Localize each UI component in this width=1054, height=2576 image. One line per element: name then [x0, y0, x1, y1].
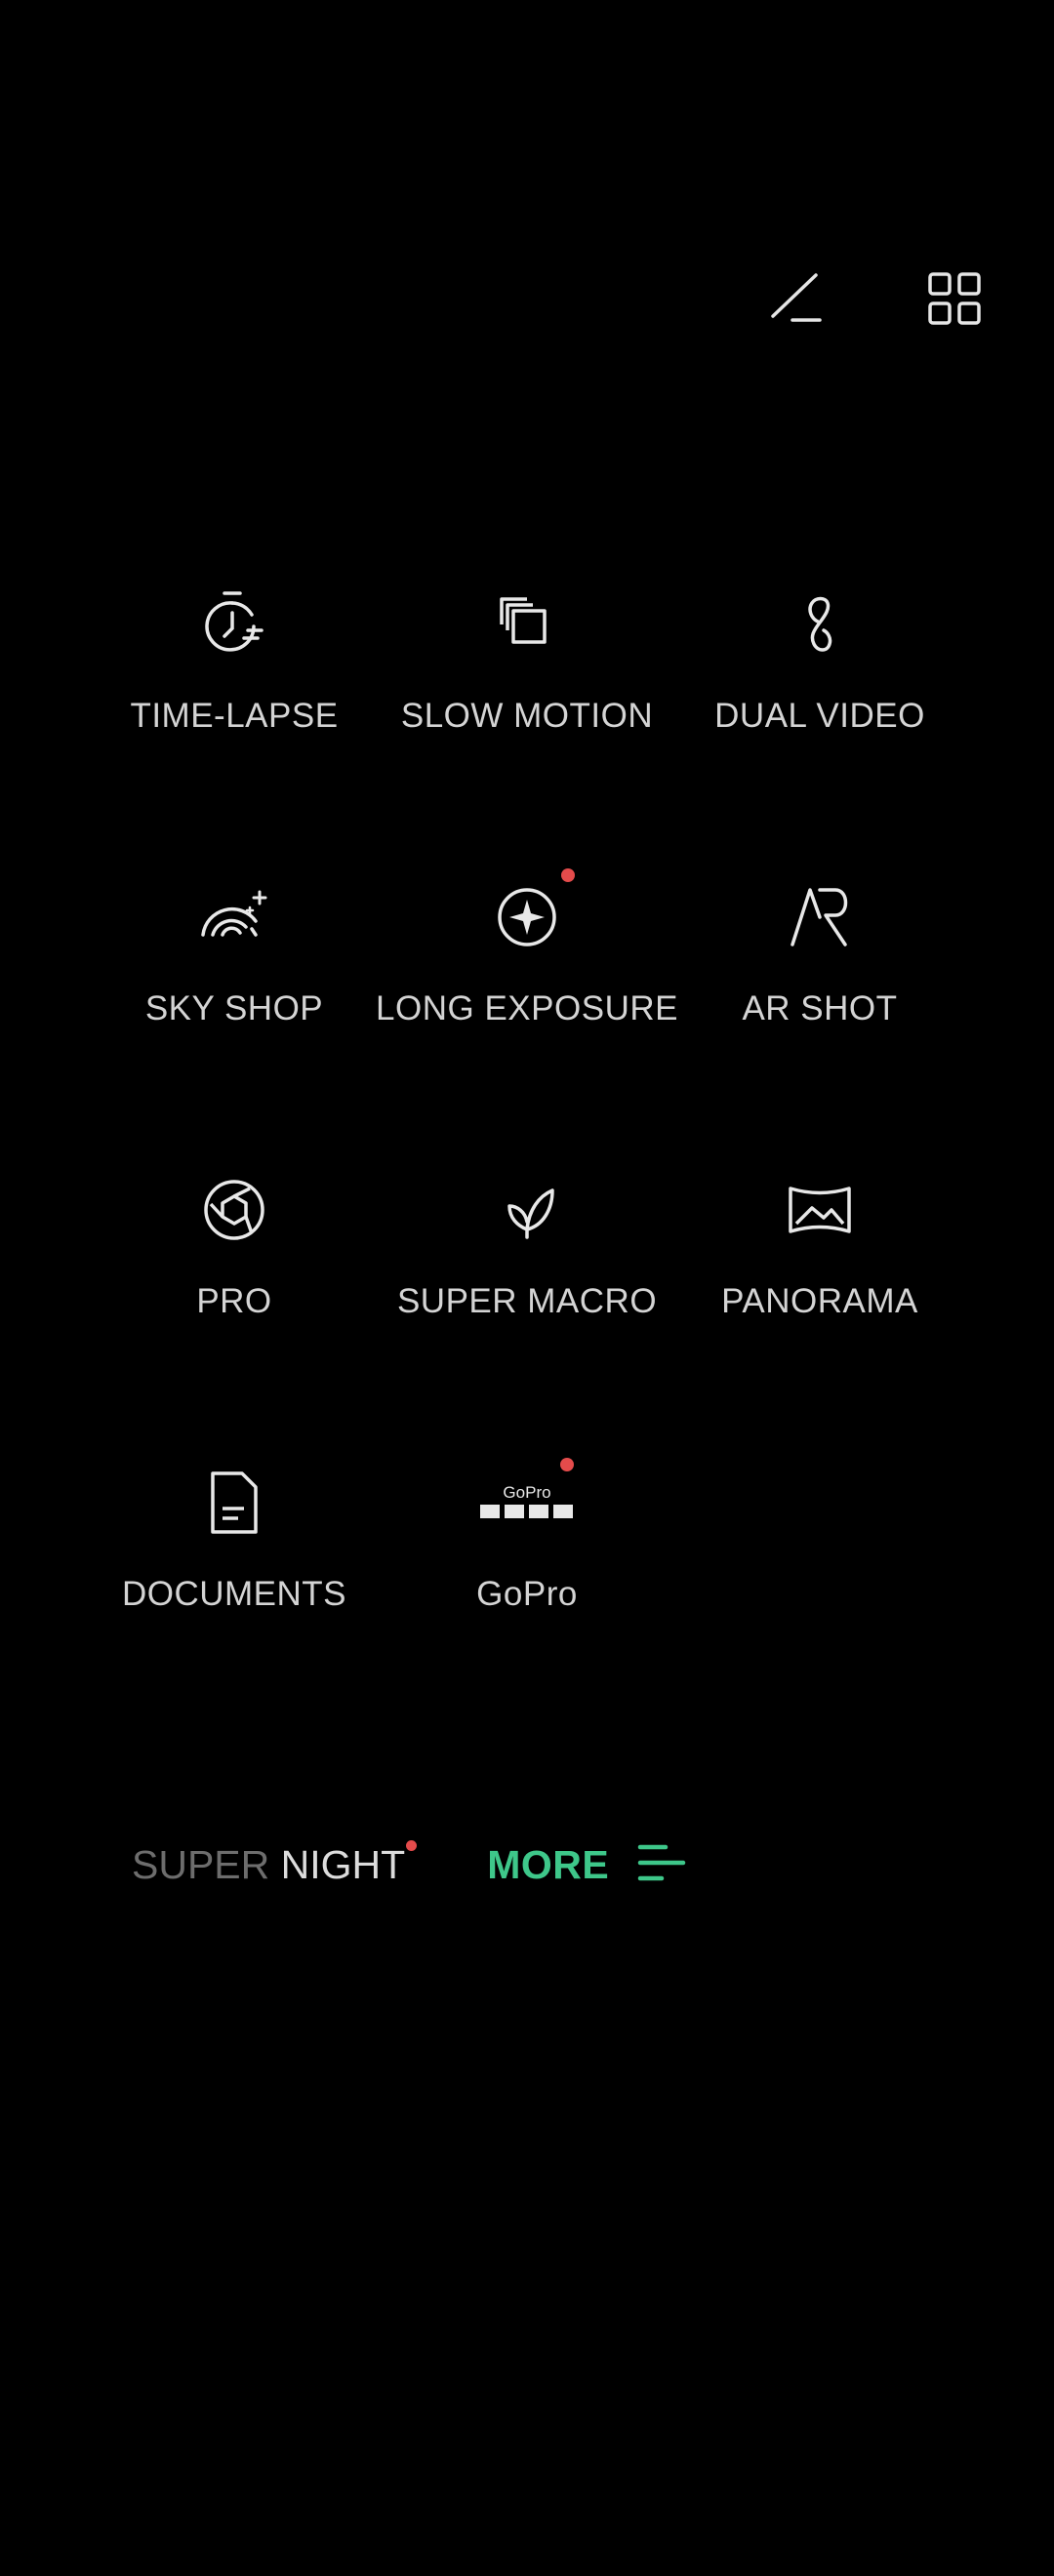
mode-documents[interactable]: DOCUMENTS [88, 1464, 381, 1659]
camera-modes-screen: TIME-LAPSE SLOW MOTION DUAL VIDEO SKY SH… [0, 0, 1054, 2576]
mode-pro[interactable]: PRO [88, 1171, 381, 1366]
star-circle-icon [488, 868, 575, 956]
mode-label: PRO [196, 1282, 272, 1320]
notification-dot [561, 868, 575, 882]
mode-label: SUPER MACRO [396, 1282, 658, 1320]
mode-dual-video[interactable]: DUAL VIDEO [673, 585, 966, 781]
super-night-mode[interactable]: SUPER NIGHT [132, 1839, 418, 1888]
aperture-icon [195, 1171, 273, 1249]
mode-label: SLOW MOTION [400, 697, 654, 735]
mode-label: TIME-LAPSE [130, 697, 339, 735]
mode-long-exposure[interactable]: LONG EXPOSURE [376, 868, 677, 1073]
mode-label: AR SHOT [742, 989, 898, 1027]
mode-label: DUAL VIDEO [714, 697, 925, 735]
mode-label: DOCUMENTS [121, 1575, 347, 1613]
rainbow-sparkle-icon [195, 878, 273, 956]
menu-lines-icon [636, 1841, 687, 1889]
more-button[interactable]: MORE [487, 1841, 687, 1889]
layers-icon [488, 585, 566, 664]
mode-label: GoPro [476, 1575, 578, 1613]
mode-time-lapse[interactable]: TIME-LAPSE [88, 585, 381, 781]
grid-layout-icon[interactable] [915, 260, 993, 338]
mode-ar-shot[interactable]: AR SHOT [673, 878, 966, 1073]
leaf-icon [488, 1171, 566, 1249]
mode-slow-motion[interactable]: SLOW MOTION [381, 585, 673, 781]
mode-panorama[interactable]: PANORAMA [673, 1171, 966, 1366]
mode-gopro[interactable]: GoPro GoPro [381, 1458, 673, 1659]
dual-video-icon [781, 585, 859, 664]
bottom-mode-strip: SUPER NIGHT MORE [132, 1831, 687, 1899]
mode-sky-shop[interactable]: SKY SHOP [88, 878, 381, 1073]
timer-icon [195, 585, 273, 664]
mode-super-macro[interactable]: SUPER MACRO [381, 1171, 673, 1366]
ar-icon [781, 878, 859, 956]
notification-dot [406, 1839, 418, 1851]
super-night-label-part2: NIGHT [269, 1841, 406, 1887]
panorama-icon [781, 1171, 859, 1249]
notification-dot [560, 1458, 574, 1471]
more-label: MORE [487, 1841, 610, 1887]
mode-label: SKY SHOP [144, 989, 324, 1027]
edit-pen-icon[interactable] [757, 260, 835, 338]
mode-label: PANORAMA [721, 1282, 918, 1320]
mode-label: LONG EXPOSURE [376, 989, 678, 1027]
gopro-logo-icon: GoPro [473, 1458, 581, 1542]
super-night-label-part1: SUPER [132, 1841, 270, 1887]
gopro-logo-text: GoPro [503, 1483, 550, 1502]
document-icon [195, 1464, 273, 1542]
